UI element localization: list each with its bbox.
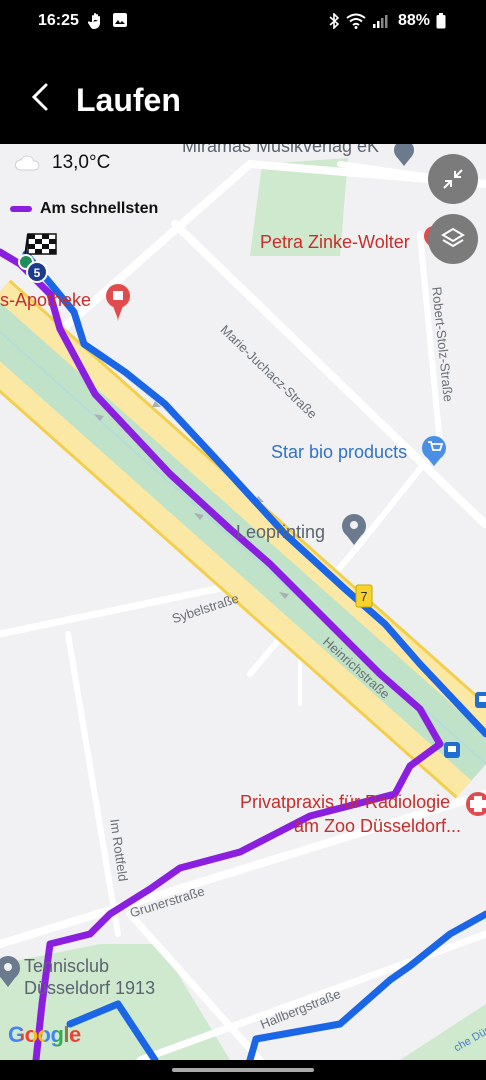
signal-icon	[372, 15, 388, 28]
poi-label-radiologie-line1[interactable]: Privatpraxis für Radiologie	[240, 792, 450, 813]
battery-level: 88%	[397, 12, 430, 29]
status-time: 16:25	[38, 12, 79, 29]
bluetooth-icon	[329, 13, 340, 29]
bus-stop-icon	[444, 742, 460, 758]
temperature: 13,0°C	[52, 152, 111, 173]
poi-label-radiologie-line2[interactable]: am Zoo Düsseldorf...	[294, 816, 461, 837]
recorded-track	[22, 250, 486, 738]
poi-label-apotheke[interactable]: s-Apotheke	[0, 290, 91, 311]
route-color-swatch	[10, 206, 32, 212]
back-arrow-icon[interactable]	[26, 82, 56, 112]
route-legend: Am schnellsten	[10, 200, 158, 218]
cloud-icon	[14, 155, 40, 171]
app-bar: Laufen	[0, 44, 486, 144]
collapse-icon	[443, 169, 463, 189]
pharmacy-pin-icon	[106, 284, 130, 322]
status-bar: 16:25 88%	[0, 0, 486, 44]
system-icons: 88%	[328, 12, 446, 30]
layers-icon	[441, 227, 465, 248]
poi-label-tennis-line1[interactable]: Tennisclub	[24, 956, 109, 977]
hand-icon	[88, 13, 100, 29]
route-map[interactable]: 7 5 Miramas Musikverlag eK Petra Zinke-W…	[0, 144, 486, 1060]
poi-label-tennis-line2[interactable]: Düsseldorf 1913	[24, 978, 155, 999]
gesture-bar	[0, 1060, 486, 1080]
image-icon	[113, 13, 127, 27]
location-pin-icon	[394, 144, 414, 166]
route-marker-number: 5	[34, 266, 41, 280]
collapse-map-button[interactable]	[428, 154, 478, 204]
route-legend-label: Am schnellsten	[40, 200, 159, 217]
weather-indicator: 13,0°C	[14, 152, 110, 174]
wifi-icon	[346, 13, 366, 29]
battery-icon	[436, 13, 446, 29]
bus-stop-icon	[475, 692, 486, 708]
poi-label-star-bio[interactable]: Star bio products	[271, 442, 407, 463]
page-title: Laufen	[76, 82, 181, 118]
map-canvas[interactable]: 7 5	[0, 144, 486, 1060]
poi-label-musikverlag[interactable]: Miramas Musikverlag eK	[182, 144, 379, 157]
gesture-handle[interactable]	[172, 1068, 314, 1072]
google-attribution: Google	[8, 1022, 81, 1048]
google-attribution-text: Google	[8, 1022, 81, 1047]
notification-icons	[88, 12, 128, 30]
poi-label-petra[interactable]: Petra Zinke-Wolter	[260, 232, 410, 253]
road-number-text: 7	[360, 589, 367, 604]
poi-label-leoprinting[interactable]: Leoprinting	[236, 522, 325, 543]
map-layers-button[interactable]	[428, 214, 478, 264]
